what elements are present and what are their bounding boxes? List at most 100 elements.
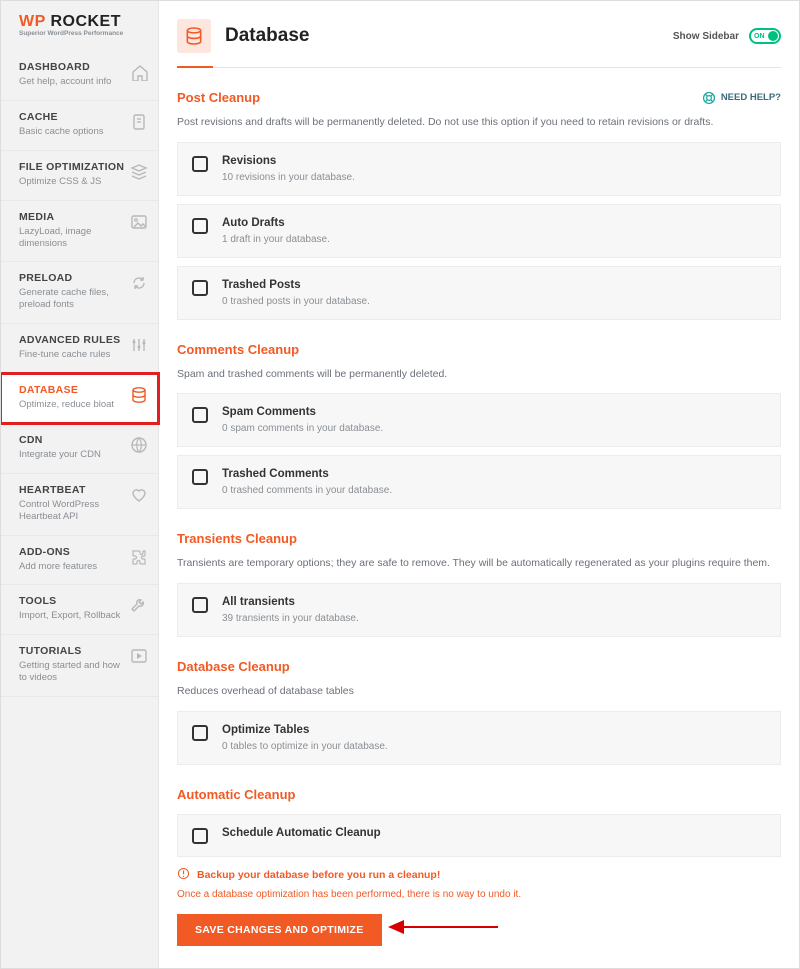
section-title: Comments Cleanup [177, 342, 299, 357]
sidebar-item-tutorials[interactable]: TUTORIALS Getting started and how to vide… [1, 635, 158, 697]
option-revisions: Revisions 10 revisions in your database. [177, 142, 781, 196]
wrench-icon [130, 597, 148, 615]
section-desc: Transients are temporary options; they a… [177, 556, 781, 571]
section-database-cleanup: Database Cleanup Reduces overhead of data… [177, 659, 781, 765]
arrow-annotation [388, 918, 498, 941]
section-desc: Spam and trashed comments will be perman… [177, 367, 781, 382]
option-title: Trashed Comments [222, 468, 766, 480]
alert-icon [177, 867, 190, 883]
checkbox-spam-comments[interactable] [192, 407, 208, 423]
page-header: Database Show Sidebar ON [177, 1, 781, 68]
logo: WP ROCKET Superior WordPress Performance [1, 1, 158, 45]
section-desc: Post revisions and drafts will be perman… [177, 115, 781, 130]
sidebar-item-preload[interactable]: PRELOADGenerate cache files, preload fon… [1, 262, 158, 324]
option-desc: 39 transients in your database. [222, 613, 766, 624]
need-help-label: NEED HELP? [721, 92, 781, 103]
show-sidebar-toggle[interactable]: ON [749, 28, 781, 44]
sliders-icon [130, 336, 148, 354]
option-title: Schedule Automatic Cleanup [222, 827, 766, 839]
nav-title: DASHBOARD [19, 61, 130, 73]
nav-desc: LazyLoad, image dimensions [19, 226, 130, 250]
sidebar-item-cdn[interactable]: CDNIntegrate your CDN [1, 424, 158, 474]
option-title: Trashed Posts [222, 279, 766, 291]
checkbox-optimize-tables[interactable] [192, 725, 208, 741]
home-icon [130, 63, 148, 81]
database-icon [130, 386, 148, 404]
sidebar-item-file-optimization[interactable]: FILE OPTIMIZATION Optimize CSS & JS [1, 151, 158, 201]
section-title: Transients Cleanup [177, 531, 297, 546]
option-title: All transients [222, 596, 766, 608]
layers-icon [130, 163, 148, 181]
globe-icon [130, 436, 148, 454]
warning-line2: Once a database optimization has been pe… [177, 889, 781, 900]
nav-desc: Optimize CSS & JS [19, 176, 130, 188]
nav-title: ADD-ONS [19, 546, 130, 558]
checkbox-schedule-automatic-cleanup[interactable] [192, 828, 208, 844]
section-title: Automatic Cleanup [177, 787, 295, 802]
image-icon [130, 213, 148, 231]
toggle-dot [768, 31, 778, 41]
section-automatic-cleanup: Automatic Cleanup Schedule Automatic Clea… [177, 787, 781, 857]
option-trashed-posts: Trashed Posts 0 trashed posts in your dat… [177, 266, 781, 320]
checkbox-all-transients[interactable] [192, 597, 208, 613]
nav-desc: Fine-tune cache rules [19, 349, 130, 361]
nav-desc: Control WordPress Heartbeat API [19, 499, 130, 523]
logo-wp: WP [19, 13, 45, 30]
show-sidebar-label: Show Sidebar [673, 31, 739, 42]
nav-desc: Get help, account info [19, 76, 130, 88]
sidebar-item-database[interactable]: DATABASEOptimize, reduce bloat [1, 374, 158, 424]
nav-title: ADVANCED RULES [19, 334, 130, 346]
option-optimize-tables: Optimize Tables0 tables to optimize in y… [177, 711, 781, 765]
section-transients-cleanup: Transients Cleanup Transients are tempora… [177, 531, 781, 637]
nav-title: TUTORIALS [19, 645, 130, 657]
option-title: Auto Drafts [222, 217, 766, 229]
nav-desc: Integrate your CDN [19, 449, 130, 461]
sidebar-item-tools[interactable]: TOOLS Import, Export, Rollback [1, 585, 158, 635]
option-desc: 0 trashed comments in your database. [222, 485, 766, 496]
sidebar-item-heartbeat[interactable]: HEARTBEAT Control WordPress Heartbeat API [1, 474, 158, 536]
option-all-transients: All transients 39 transients in your data… [177, 583, 781, 637]
checkbox-trashed-posts[interactable] [192, 280, 208, 296]
nav-desc: Getting started and how to videos [19, 660, 130, 684]
main: Database Show Sidebar ON Post Cleanup NEE… [159, 1, 799, 968]
option-trashed-comments: Trashed Comments 0 trashed comments in yo… [177, 455, 781, 509]
sidebar-item-dashboard[interactable]: DASHBOARD Get help, account info [1, 51, 158, 101]
save-changes-button[interactable]: SAVE CHANGES AND OPTIMIZE [177, 914, 382, 946]
sidebar: WP ROCKET Superior WordPress Performance… [1, 1, 159, 968]
section-post-cleanup: Post Cleanup NEED HELP? Post revisions and… [177, 90, 781, 320]
sidebar-item-cache[interactable]: CACHE Basic cache options [1, 101, 158, 151]
section-comments-cleanup: Comments Cleanup Spam and trashed comment… [177, 342, 781, 510]
nav-desc: Import, Export, Rollback [19, 610, 130, 622]
puzzle-icon [130, 548, 148, 566]
sidebar-item-media[interactable]: MEDIALazyLoad, image dimensions [1, 201, 158, 263]
section-title: Database Cleanup [177, 659, 290, 674]
section-desc: Reduces overhead of database tables [177, 684, 781, 699]
option-schedule-automatic-cleanup: Schedule Automatic Cleanup [177, 814, 781, 857]
checkbox-auto-drafts[interactable] [192, 218, 208, 234]
nav-title: FILE OPTIMIZATION [19, 161, 130, 173]
sidebar-item-add-ons[interactable]: ADD-ONSAdd more features [1, 536, 158, 586]
sidebar-item-advanced-rules[interactable]: ADVANCED RULES Fine-tune cache rules [1, 324, 158, 374]
checkbox-trashed-comments[interactable] [192, 469, 208, 485]
option-title: Spam Comments [222, 406, 766, 418]
option-desc: 10 revisions in your database. [222, 172, 766, 183]
nav-desc: Basic cache options [19, 126, 130, 138]
file-icon [130, 113, 148, 131]
option-desc: 0 trashed posts in your database. [222, 296, 766, 307]
nav-title: CACHE [19, 111, 130, 123]
play-icon [130, 647, 148, 665]
logo-rocket: ROCKET [50, 13, 121, 30]
option-title: Revisions [222, 155, 766, 167]
option-spam-comments: Spam Comments 0 spam comments in your dat… [177, 393, 781, 447]
warning: Backup your database before you run a cl… [177, 867, 781, 883]
nav-title: TOOLS [19, 595, 130, 607]
option-desc: 0 spam comments in your database. [222, 423, 766, 434]
option-desc: 1 draft in your database. [222, 234, 766, 245]
nav-title: HEARTBEAT [19, 484, 130, 496]
nav-title: DATABASE [19, 384, 130, 396]
checkbox-revisions[interactable] [192, 156, 208, 172]
option-auto-drafts: Auto Drafts 1 draft in your database. [177, 204, 781, 258]
need-help-link[interactable]: NEED HELP? [702, 91, 781, 105]
heart-icon [130, 486, 148, 504]
section-title: Post Cleanup [177, 90, 260, 105]
